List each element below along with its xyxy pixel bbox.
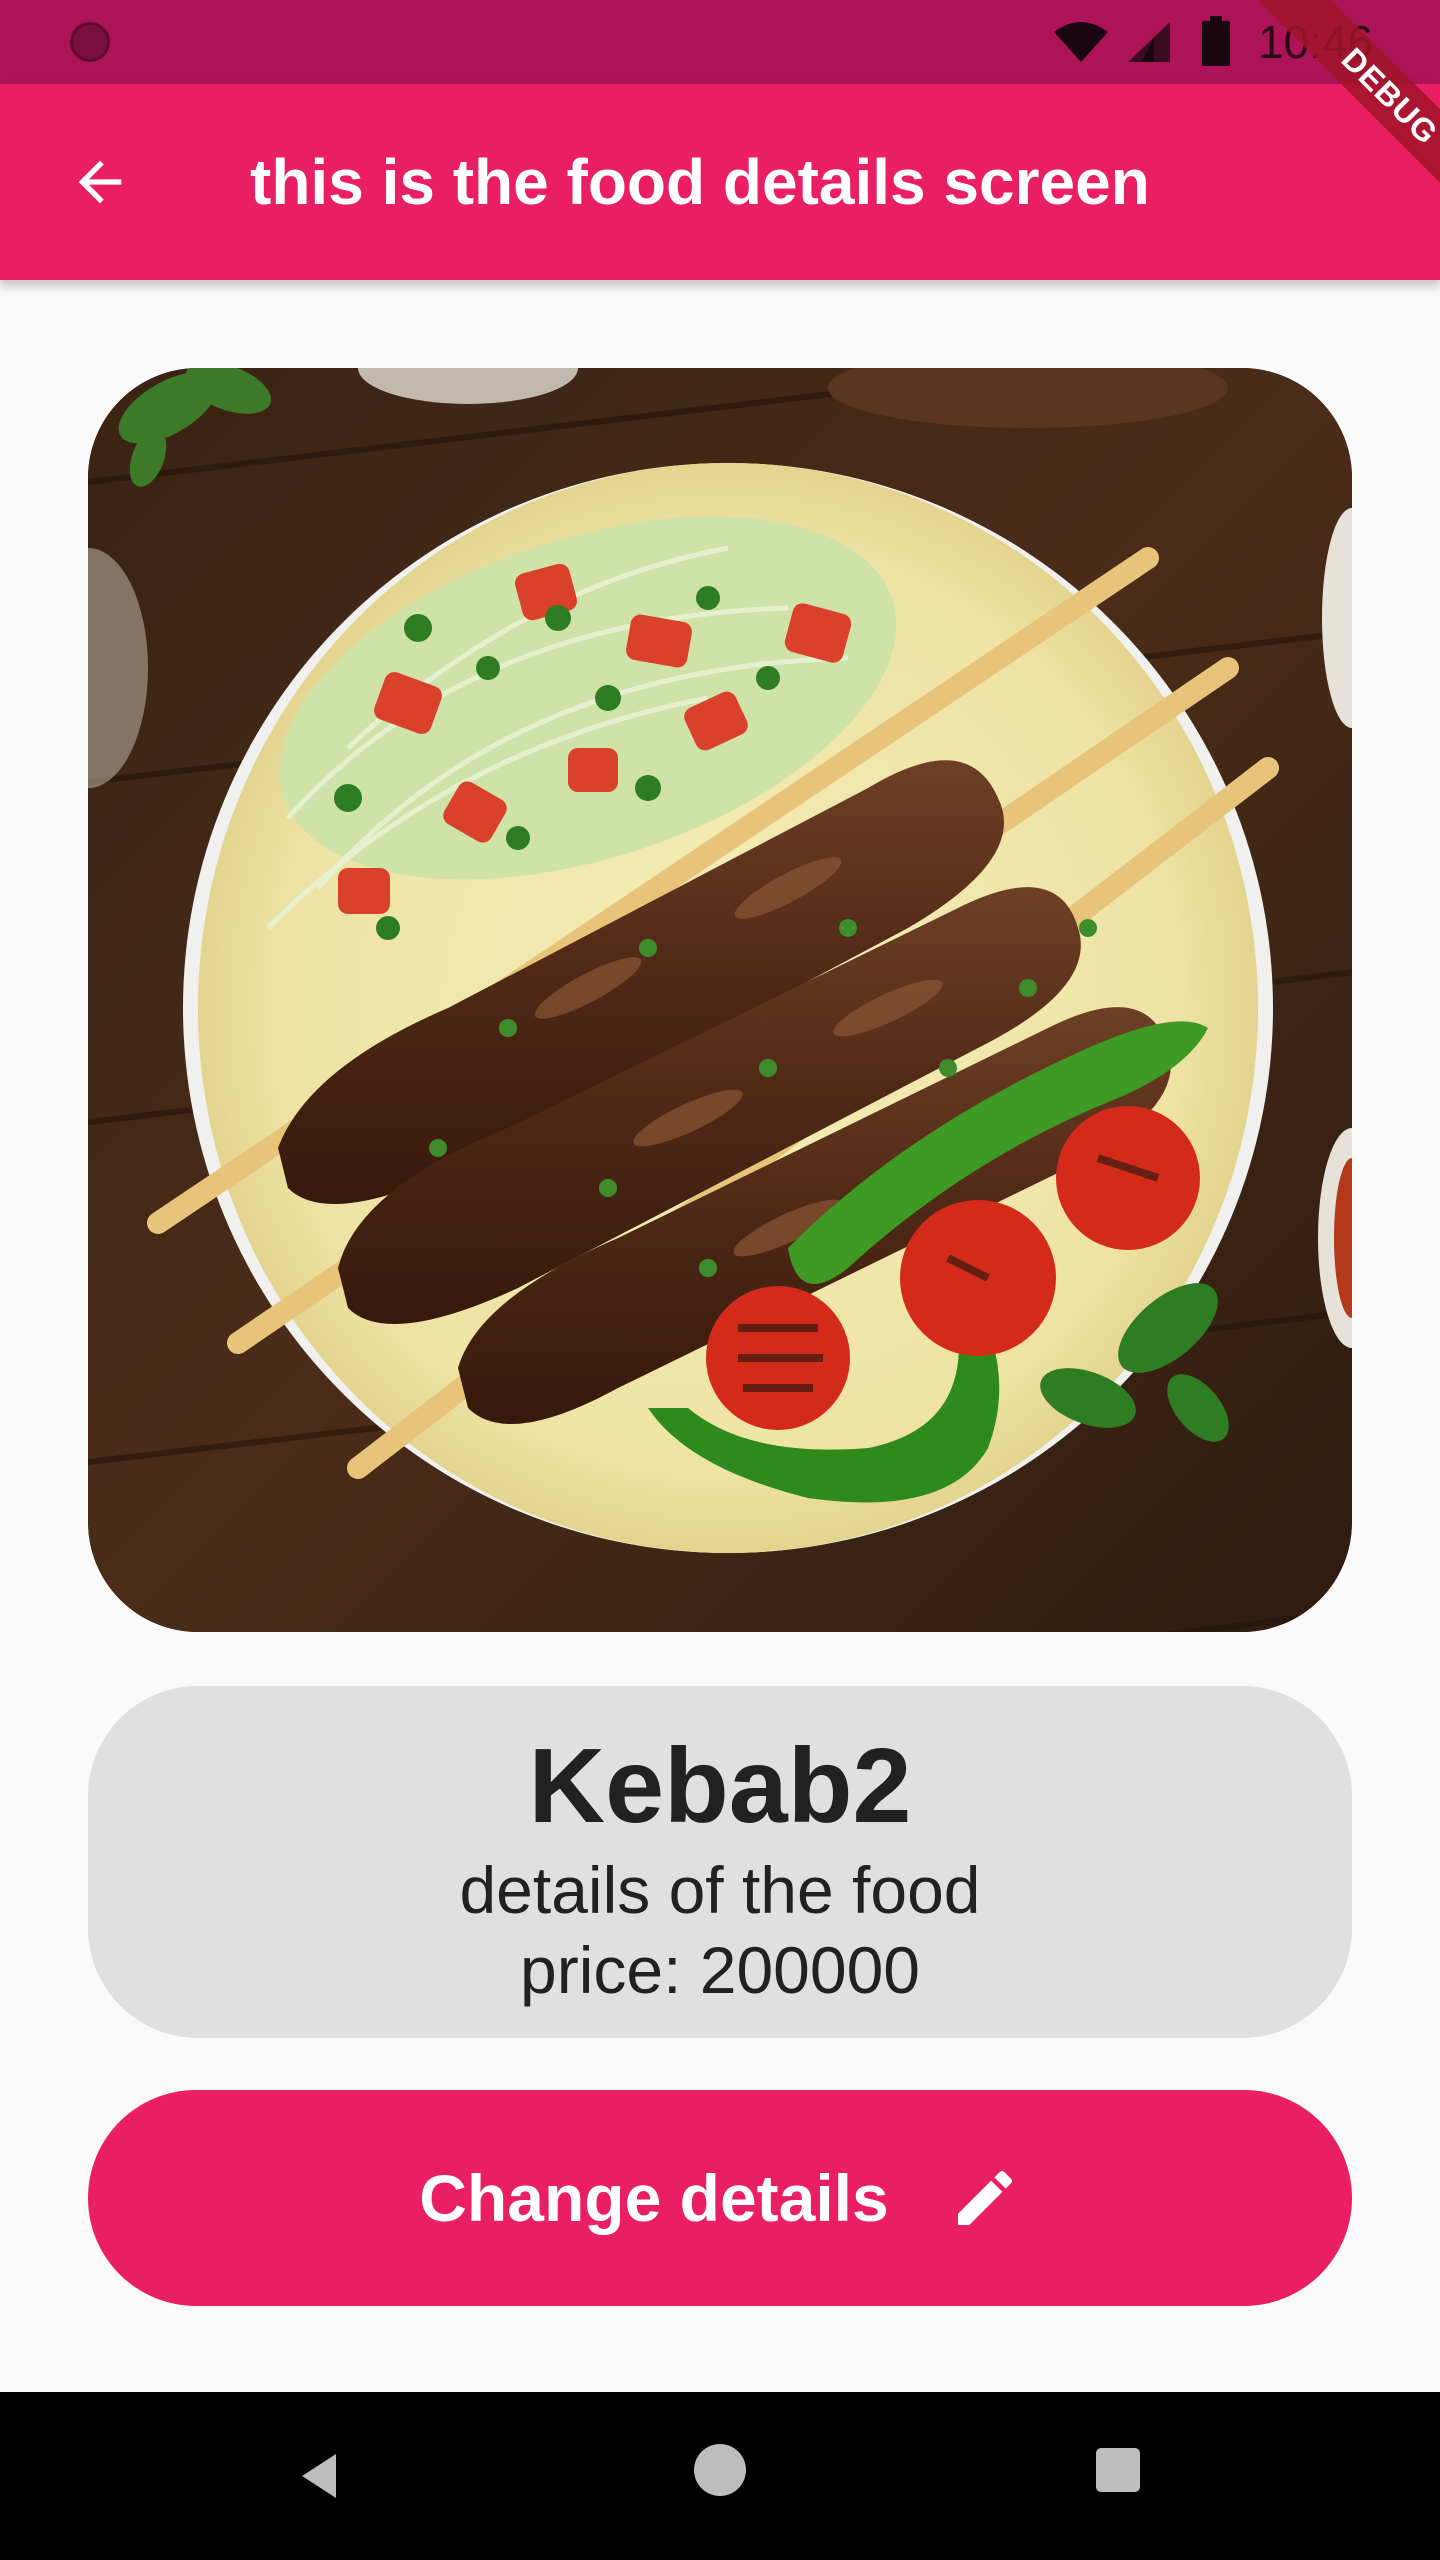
nav-home-icon[interactable]: [694, 2444, 746, 2496]
nav-recents-icon[interactable]: [1096, 2448, 1140, 2492]
camera-dot-icon: [70, 22, 110, 62]
app-bar: this is the food details screen: [0, 84, 1440, 280]
food-image: [88, 368, 1352, 1632]
battery-icon: [1202, 16, 1230, 66]
arrow-back-icon: [78, 160, 122, 204]
food-name: Kebab2: [528, 1727, 912, 1845]
page-title: this is the food details screen: [250, 146, 1150, 218]
nav-back-icon[interactable]: [290, 2444, 354, 2508]
change-details-button[interactable]: Change details: [88, 2090, 1352, 2306]
food-info-card: Kebab2 details of the food price: 200000: [88, 1686, 1352, 2038]
wifi-icon: [1054, 22, 1108, 62]
food-price: price: 200000: [520, 1933, 920, 2007]
food-details: details of the food: [459, 1853, 981, 1927]
change-details-label: Change details: [419, 2161, 889, 2235]
status-time: 10:46: [1258, 16, 1374, 68]
system-nav-bar: [0, 2392, 1440, 2560]
back-button[interactable]: [52, 134, 148, 230]
status-bar: 10:46: [0, 0, 1440, 84]
edit-pencil-icon: [957, 2170, 1012, 2225]
signal-icon: [1128, 22, 1170, 62]
